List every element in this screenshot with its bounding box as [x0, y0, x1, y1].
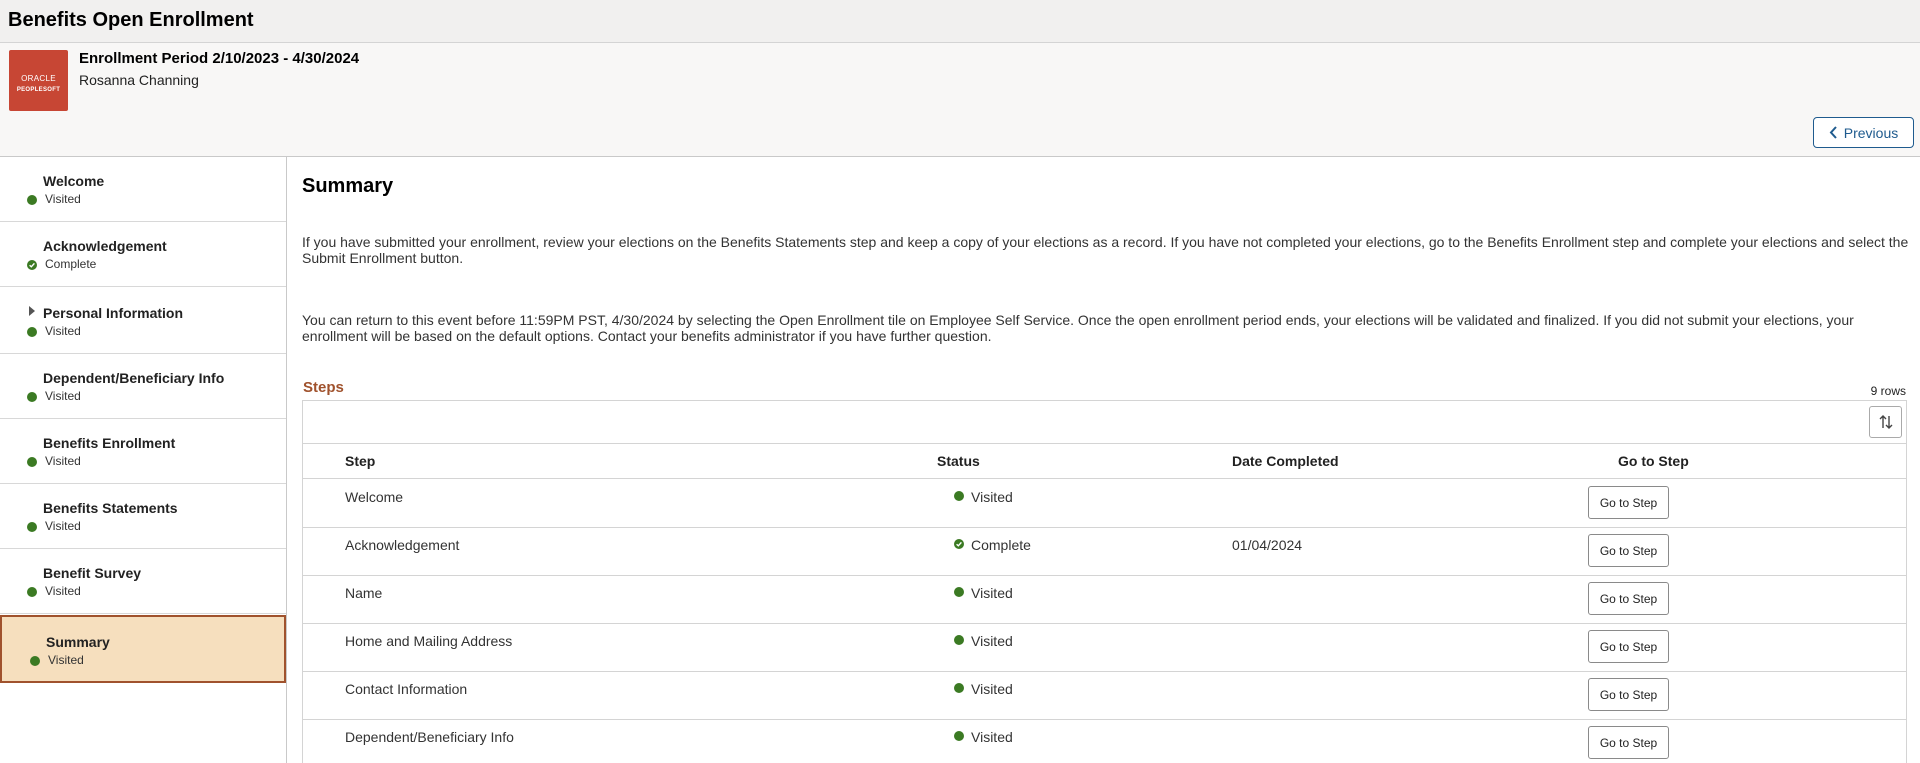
sidebar-item-status: Visited — [48, 653, 84, 667]
step-name: Name — [345, 585, 383, 601]
go-to-step-button[interactable]: Go to Step — [1588, 630, 1669, 663]
sidebar-item-label: Benefit Survey — [43, 565, 142, 581]
sidebar-item-status: Visited — [45, 324, 81, 338]
sidebar-item-acknowledgement[interactable]: Acknowledgement Complete — [0, 222, 286, 287]
instructions-paragraph: If you have submitted your enrollment, r… — [302, 234, 1909, 266]
sidebar-item-personal-information[interactable]: Personal Information Visited — [0, 287, 286, 354]
visited-status-icon — [27, 195, 37, 205]
go-to-step-button[interactable]: Go to Step — [1588, 534, 1669, 567]
sort-arrows-icon — [1879, 415, 1892, 429]
visited-status-icon — [954, 491, 964, 501]
step-name: Home and Mailing Address — [345, 633, 513, 649]
sidebar-item-label: Dependent/Beneficiary Info — [43, 370, 225, 386]
column-header-step[interactable]: Step — [345, 453, 375, 469]
sidebar-item-status: Visited — [45, 584, 81, 598]
sidebar-item-label: Benefits Statements — [43, 500, 178, 516]
step-status: Visited — [971, 681, 1013, 697]
chevron-left-icon — [1829, 126, 1837, 139]
rows-count: 9 rows — [1870, 384, 1906, 398]
sidebar-item-status: Visited — [45, 519, 81, 533]
sidebar-item-dependent-beneficiary-info[interactable]: Dependent/Beneficiary Info Visited — [0, 354, 286, 419]
visited-status-icon — [27, 522, 37, 532]
visited-status-icon — [27, 587, 37, 597]
visited-status-icon — [30, 656, 40, 666]
table-row: Dependent/Beneficiary Info Visited Go to… — [303, 720, 1906, 763]
sidebar-item-label: Acknowledgement — [43, 238, 167, 254]
go-to-step-button[interactable]: Go to Step — [1588, 582, 1669, 615]
steps-grid: Step Status Date Completed Go to Step We… — [302, 400, 1907, 763]
visited-status-icon — [954, 731, 964, 741]
go-to-step-button[interactable]: Go to Step — [1588, 678, 1669, 711]
complete-check-icon — [27, 260, 37, 270]
step-status: Complete — [971, 537, 1031, 553]
enrollment-period: Enrollment Period 2/10/2023 - 4/30/2024 — [79, 50, 360, 67]
visited-status-icon — [954, 635, 964, 645]
step-status: Visited — [971, 633, 1013, 649]
previous-button-label: Previous — [1843, 124, 1899, 141]
oracle-peoplesoft-logo: ORACLE PEOPLESOFT — [9, 50, 68, 111]
column-header-go-to-step[interactable]: Go to Step — [1618, 453, 1689, 469]
sidebar-item-benefits-enrollment[interactable]: Benefits Enrollment Visited — [0, 419, 286, 484]
sidebar-item-label: Welcome — [43, 173, 105, 189]
step-status: Visited — [971, 585, 1013, 601]
sidebar-item-status: Visited — [45, 192, 81, 206]
sidebar-item-benefit-survey[interactable]: Benefit Survey Visited — [0, 549, 286, 614]
complete-check-icon — [954, 539, 964, 549]
sidebar-item-status: Complete — [45, 257, 97, 271]
return-info-paragraph: You can return to this event before 11:5… — [302, 312, 1854, 344]
employee-name: Rosanna Channing — [79, 72, 199, 88]
sidebar-item-status: Visited — [45, 454, 81, 468]
grid-header-row: Step Status Date Completed Go to Step — [303, 444, 1906, 479]
sidebar-item-label: Personal Information — [43, 305, 184, 321]
step-status: Visited — [971, 489, 1013, 505]
step-status: Visited — [971, 729, 1013, 745]
go-to-step-button[interactable]: Go to Step — [1588, 726, 1669, 759]
sidebar-item-benefits-statements[interactable]: Benefits Statements Visited — [0, 484, 286, 549]
steps-grid-title: Steps — [303, 379, 344, 396]
step-date-completed: 01/04/2024 — [1232, 537, 1303, 553]
visited-status-icon — [954, 587, 964, 597]
previous-button[interactable]: Previous — [1813, 117, 1914, 148]
sidebar-item-summary[interactable]: Summary Visited — [0, 615, 286, 683]
table-row: Contact Information Visited Go to Step — [303, 672, 1906, 720]
table-row: Home and Mailing Address Visited Go to S… — [303, 624, 1906, 672]
table-row: Welcome Visited Go to Step — [303, 480, 1906, 528]
visited-status-icon — [954, 683, 964, 693]
column-header-status[interactable]: Status — [937, 453, 980, 469]
step-name: Acknowledgement — [345, 537, 460, 553]
summary-content: Summary If you have submitted your enrol… — [288, 157, 1920, 763]
column-header-date-completed[interactable]: Date Completed — [1232, 453, 1339, 469]
visited-status-icon — [27, 392, 37, 402]
sidebar-item-welcome[interactable]: Welcome Visited — [0, 157, 286, 222]
section-title: Summary — [302, 175, 394, 197]
enrollment-header: ORACLE PEOPLESOFT Enrollment Period 2/10… — [0, 43, 1920, 157]
step-name: Dependent/Beneficiary Info — [345, 729, 514, 745]
expand-caret-icon[interactable] — [29, 306, 35, 316]
logo-text-oracle: ORACLE — [21, 74, 56, 83]
sidebar-item-label: Summary — [46, 634, 110, 650]
go-to-step-button[interactable]: Go to Step — [1588, 486, 1669, 519]
steps-sidebar: Welcome Visited Acknowledgement Complete… — [0, 157, 287, 763]
visited-status-icon — [27, 327, 37, 337]
sort-button[interactable] — [1869, 406, 1902, 438]
title-bar: Benefits Open Enrollment — [0, 0, 1920, 43]
sidebar-item-status: Visited — [45, 389, 81, 403]
step-name: Welcome — [345, 489, 404, 505]
visited-status-icon — [27, 457, 37, 467]
page-title: Benefits Open Enrollment — [8, 9, 254, 31]
table-row: Name Visited Go to Step — [303, 576, 1906, 624]
logo-text-peoplesoft: PEOPLESOFT — [16, 87, 61, 93]
step-name: Contact Information — [345, 681, 468, 697]
grid-toolbar — [303, 401, 1906, 444]
table-row: Acknowledgement Complete 01/04/2024 Go t… — [303, 528, 1906, 576]
sidebar-item-label: Benefits Enrollment — [43, 435, 176, 451]
